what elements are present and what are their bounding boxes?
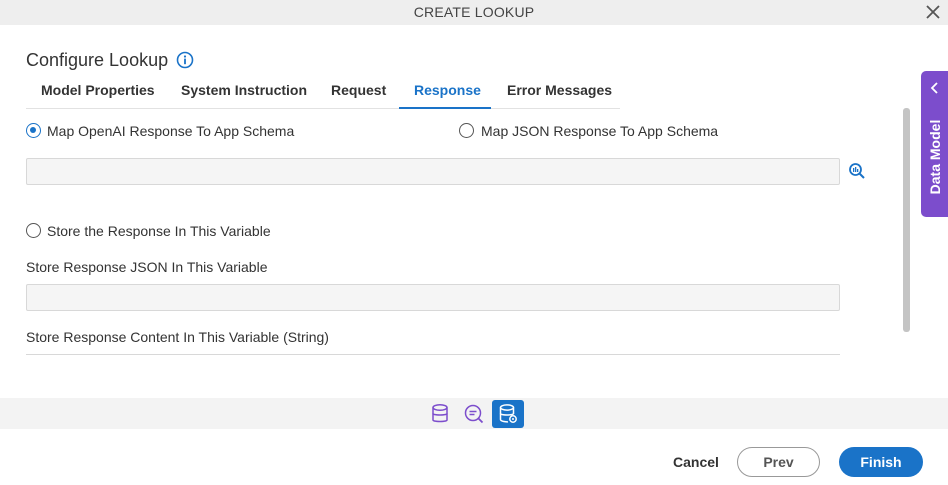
finish-button[interactable]: Finish [839,447,923,477]
map-openai-label: Map OpenAI Response To App Schema [47,123,295,139]
tab-bar: Model Properties System Instruction Requ… [26,78,620,109]
store-response-radio[interactable] [26,223,41,238]
tab-system-instruction[interactable]: System Instruction [181,82,307,98]
store-json-label: Store Response JSON In This Variable [26,259,268,275]
database-settings-icon[interactable] [492,400,524,428]
tab-response[interactable]: Response [414,82,481,98]
data-model-label: Data Model [927,119,943,195]
map-openai-radio[interactable] [26,123,41,138]
tab-model-properties[interactable]: Model Properties [41,82,155,98]
database-icon[interactable] [425,400,455,428]
active-tab-indicator [399,107,491,109]
app-schema-field[interactable] [26,158,840,185]
store-json-field[interactable] [26,284,840,311]
store-content-field[interactable] [26,354,840,355]
store-content-label: Store Response Content In This Variable … [26,329,329,345]
page-title: Configure Lookup [26,50,169,70]
info-icon[interactable] [176,51,194,69]
bottom-toolbar [0,398,948,429]
search-icon[interactable] [848,162,866,180]
chevron-left-icon [930,82,938,94]
tab-error-messages[interactable]: Error Messages [507,82,612,98]
close-icon[interactable] [924,3,942,21]
cancel-button[interactable]: Cancel [664,447,728,477]
scrollbar[interactable] [903,108,910,332]
window-title: CREATE LOOKUP [413,4,535,20]
title-bar: CREATE LOOKUP [0,0,948,25]
map-json-label: Map JSON Response To App Schema [481,123,719,139]
store-response-label: Store the Response In This Variable [47,223,271,239]
chat-icon[interactable] [459,400,489,428]
prev-button[interactable]: Prev [737,447,820,477]
map-json-radio[interactable] [459,123,474,138]
tab-request[interactable]: Request [331,82,386,98]
data-model-panel-toggle[interactable]: Data Model [921,71,948,217]
